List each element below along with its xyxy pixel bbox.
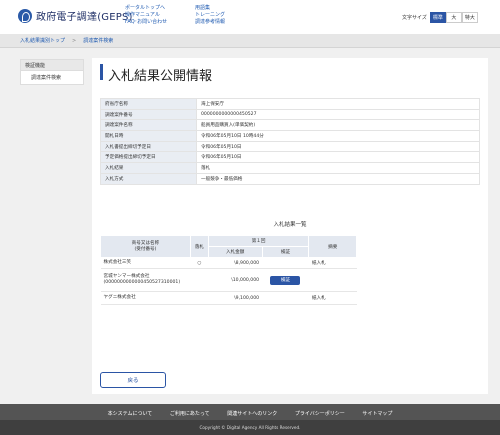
header-links-secondary: 用語集 トレーニング 調達参考情報 (195, 5, 225, 26)
logo-text: 政府電子調達(GEPS) (36, 12, 133, 23)
font-size-large-button[interactable]: 大 (445, 12, 462, 23)
result-company: 宮城ヤンマー株式会社 (0000000000000450527310001) (100, 268, 191, 292)
info-row: 入札書提出締切予定日 令和06年05月10日 (100, 140, 480, 153)
manual-link[interactable]: 操作マニュアル (125, 12, 167, 19)
result-row: ヤグニ株式会社 \9,100,000 紙入札 (100, 291, 357, 305)
info-row: 入札結果 落札 (100, 162, 480, 174)
glossary-link[interactable]: 用語集 (195, 5, 225, 12)
col-round-header: 第１回 (207, 235, 310, 247)
footer-link-about[interactable]: 本システムについて (108, 411, 153, 417)
training-link[interactable]: トレーニング (195, 12, 225, 19)
results-title: 入札結果一覧 (273, 222, 307, 228)
col-remarks-header: 摘要 (308, 235, 357, 258)
info-value: 船員用品購買入(単価契約) (196, 119, 480, 132)
breadcrumb-item-search[interactable]: 調達案件検索 (83, 37, 113, 44)
back-button[interactable]: 戻る (100, 372, 166, 388)
footer-link-privacy[interactable]: プライバシーポリシー (295, 411, 345, 417)
info-row: 入札方式 一般競争・最低価格 (100, 172, 480, 185)
header-links-primary: ポータルトップへ 操作マニュアル FAQ･お問い合わせ (125, 5, 167, 26)
result-company: 株式会社三笑 (100, 257, 191, 269)
font-size-standard-button[interactable]: 標準 (429, 12, 446, 23)
font-size-switcher: 文字サイズ 標準 大 特大 (402, 12, 478, 23)
chevron-right-icon: > (72, 37, 77, 44)
col-company-header: 商号又は名称 (受付番号) (100, 235, 191, 258)
footer-link-sitemap[interactable]: サイトマップ (362, 411, 392, 417)
font-size-label: 文字サイズ (402, 15, 427, 21)
footer-links: 本システムについて ご利用にあたって 関連サイトへのリンク プライバシーポリシー… (0, 410, 500, 417)
col-awarded-header: 落札 (189, 235, 209, 258)
result-verify-cell (262, 257, 309, 269)
info-value: 令和06年05月10日 (196, 140, 480, 153)
faq-link[interactable]: FAQ･お問い合わせ (125, 19, 167, 26)
info-label: 調達案件名称 (100, 119, 197, 132)
verify-button[interactable]: 検証 (270, 275, 301, 285)
procurement-info-link[interactable]: 調達参考情報 (195, 19, 225, 26)
info-value: 海上保安庁 (196, 98, 480, 110)
main-content: 入札結果公開情報 府省庁名称 海上保安庁 調達案件番号 000000000000045… (92, 58, 488, 394)
result-verify-cell: 検証 (262, 268, 309, 292)
title-accent-bar (100, 64, 103, 80)
info-value: 令和06年05月10日 (196, 151, 480, 164)
footer-link-usage[interactable]: ご利用にあたって (170, 411, 210, 417)
result-amount: \10,000,000 (208, 268, 263, 292)
result-remarks: 紙入札 (308, 257, 357, 269)
result-row: 株式会社三笑 ○ \8,900,000 紙入札 (100, 257, 357, 269)
font-size-xlarge-button[interactable]: 特大 (461, 12, 478, 23)
info-label: 府省庁名称 (100, 98, 197, 110)
result-verify-cell (262, 291, 309, 305)
info-label: 入札書提出締切予定日 (100, 140, 197, 153)
info-value: 落札 (196, 162, 480, 174)
breadcrumb-item-top[interactable]: 入札結果識別トップ (20, 37, 65, 44)
result-amount: \9,100,000 (208, 291, 263, 305)
footer-link-related[interactable]: 関連サイトへのリンク (227, 411, 277, 417)
info-row: 府省庁名称 海上保安庁 (100, 98, 480, 110)
info-row: 調達案件名称 船員用品購買入(単価契約) (100, 119, 480, 132)
sidebar-heading: 検証機能 (20, 59, 84, 71)
result-remarks (308, 268, 357, 292)
result-amount: \8,900,000 (208, 257, 263, 269)
result-awarded (190, 268, 209, 292)
info-label: 入札結果 (100, 162, 197, 174)
sidebar: 検証機能 調達案件検索 (20, 59, 84, 85)
bid-info-table: 府省庁名称 海上保安庁 調達案件番号 0000000000000450527 調達案件名… (100, 98, 480, 185)
info-value: 0000000000000450527 (196, 108, 480, 121)
info-value: 令和06年05月10日 10時44分 (196, 130, 480, 142)
info-label: 開札日時 (100, 130, 197, 142)
result-awarded: ○ (190, 257, 209, 269)
col-amount-header: 入札金額 (207, 246, 263, 258)
site-logo[interactable]: 政府電子調達(GEPS) (18, 8, 133, 23)
info-row: 調達案件番号 0000000000000450527 (100, 108, 480, 121)
site-header: 政府電子調達(GEPS) ポータルトップへ 操作マニュアル FAQ･お問い合わせ… (0, 0, 500, 34)
result-row: 宮城ヤンマー株式会社 (0000000000000450527310001) \1… (100, 268, 357, 292)
copyright: Copyright © Digital Agency All Rights Re… (0, 420, 500, 435)
portal-top-link[interactable]: ポータルトップへ (125, 5, 167, 12)
geps-logo-icon (18, 8, 32, 23)
sidebar-item-case-search[interactable]: 調達案件検索 (20, 71, 84, 85)
info-label: 予定価格提出締切予定日 (100, 151, 197, 164)
result-company: ヤグニ株式会社 (100, 291, 191, 305)
info-row: 開札日時 令和06年05月10日 10時44分 (100, 130, 480, 142)
breadcrumb: 入札結果識別トップ > 調達案件検索 (0, 34, 500, 48)
page-title: 入札結果公開情報 (108, 69, 213, 84)
result-remarks: 紙入札 (308, 291, 357, 305)
bid-results-table: 商号又は名称 (受付番号) 落札 第１回 摘要 入札金額 検証 株式会社三笑 ○ \… (100, 235, 357, 305)
info-label: 入札方式 (100, 172, 197, 185)
result-awarded (190, 291, 209, 305)
info-row: 予定価格提出締切予定日 令和06年05月10日 (100, 151, 480, 164)
info-value: 一般競争・最低価格 (196, 172, 480, 185)
col-verify-header: 検証 (261, 246, 310, 258)
info-label: 調達案件番号 (100, 108, 197, 121)
